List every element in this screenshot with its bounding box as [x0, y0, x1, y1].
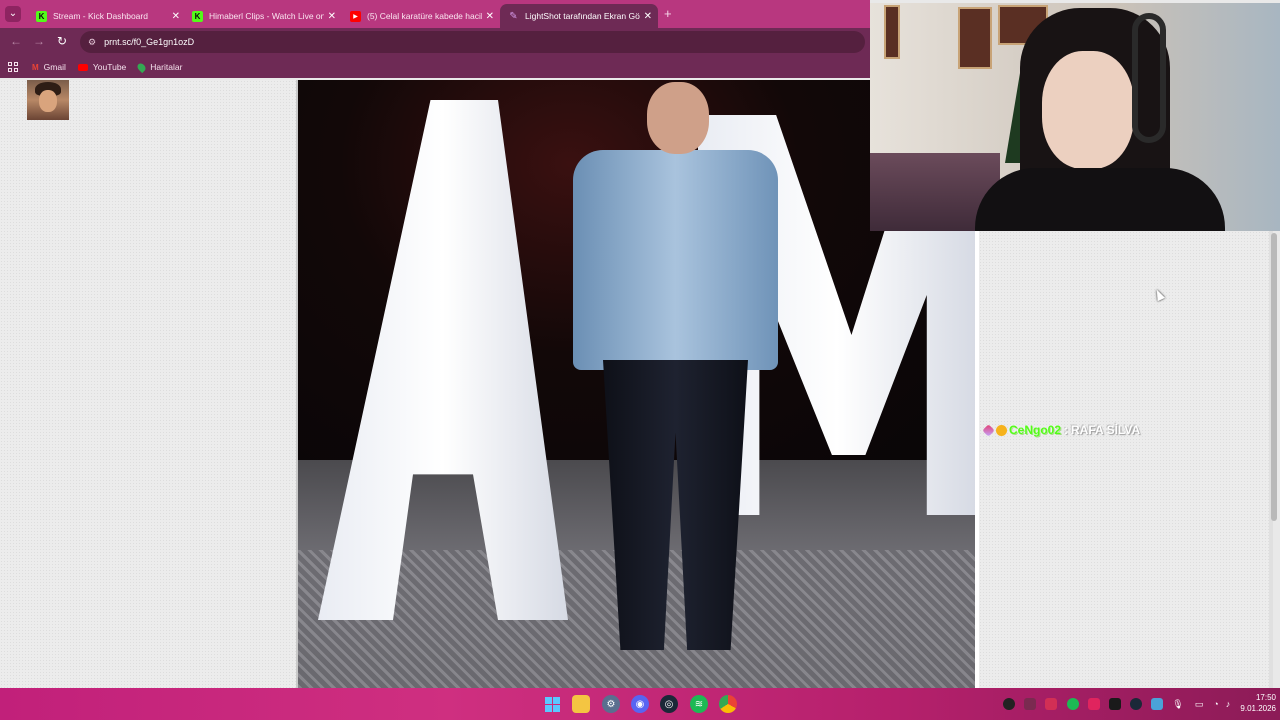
- kick-icon: K: [192, 10, 203, 22]
- wifi-icon[interactable]: ◔: [1210, 698, 1222, 710]
- browser-tab-bar: ⌄ K Stream - Kick Dashboard ✕ K Himaberl…: [0, 0, 870, 28]
- steam-icon[interactable]: ◎: [660, 695, 678, 713]
- bookmark-youtube[interactable]: YouTube: [77, 62, 127, 72]
- kick-icon: K: [36, 10, 47, 22]
- sub-badge-icon: [982, 423, 995, 437]
- bookmark-gmail[interactable]: M Gmail: [32, 62, 66, 72]
- tab-himaberl-clips[interactable]: K Himaberl Clips - Watch Live on ✕: [184, 4, 342, 28]
- tab-youtube-video[interactable]: ▶ (5) Celal karatüre kabede hacik ✕: [342, 4, 500, 28]
- photo-person-head: [647, 82, 709, 154]
- wall-poster: [958, 7, 992, 69]
- photo-person-shirt: [573, 150, 778, 370]
- tray-icon-5[interactable]: [1088, 698, 1100, 710]
- windows-start-icon[interactable]: [543, 695, 561, 713]
- tab-label: Stream - Kick Dashboard: [53, 11, 148, 21]
- spotify-tray-icon[interactable]: [1067, 698, 1079, 710]
- microphone-icon[interactable]: 🎙: [1172, 698, 1184, 710]
- emoji-badge-icon: [996, 424, 1007, 436]
- steam-tray-icon[interactable]: [1130, 698, 1142, 710]
- wall-poster: [884, 5, 900, 59]
- page-scrollbar[interactable]: [1271, 233, 1277, 521]
- chrome-icon[interactable]: [719, 695, 737, 713]
- windows-taskbar: ⚙ ◉ ◎ ≋ 🎙 ▭ ◔ ♪: [0, 688, 1280, 720]
- close-icon[interactable]: ✕: [486, 11, 494, 22]
- tab-label: Himaberl Clips - Watch Live on: [209, 11, 324, 21]
- clock-date: 9.01.2026: [1240, 704, 1276, 713]
- reload-icon[interactable]: ↻: [57, 34, 67, 48]
- chat-message-text: RAFA SİLVA: [1071, 423, 1141, 437]
- close-icon[interactable]: ✕: [328, 11, 336, 22]
- discord-icon[interactable]: ◉: [631, 695, 649, 713]
- bookmark-haritalar[interactable]: Haritalar: [136, 61, 183, 73]
- tab-search-icon[interactable]: ⌄: [5, 6, 21, 22]
- apps-grid-icon[interactable]: [8, 62, 18, 72]
- chat-username: CeNgo02: [1009, 423, 1062, 437]
- youtube-icon: ▶: [350, 10, 361, 22]
- youtube-icon: [77, 63, 88, 71]
- tray-icon-8[interactable]: [1151, 698, 1163, 710]
- new-tab-button[interactable]: +: [664, 6, 672, 21]
- chat-overlay-panel: CeNgo02 : RAFA SİLVA: [975, 231, 1273, 688]
- tray-icon-3[interactable]: [1045, 698, 1057, 710]
- display-icon[interactable]: ▭: [1193, 698, 1205, 710]
- gmail-icon: M: [32, 62, 39, 72]
- clock-time: 17:50: [1255, 693, 1276, 702]
- site-info-icon[interactable]: ⚙: [88, 37, 96, 48]
- forward-icon[interactable]: →: [33, 34, 45, 48]
- browser-toolbar: ← → ↻ ⚙ prnt.sc/f0_Ge1gn1ozD: [0, 28, 870, 56]
- close-icon[interactable]: ✕: [644, 11, 652, 22]
- chat-separator: :: [1064, 423, 1069, 437]
- tab-kick-dashboard[interactable]: K Stream - Kick Dashboard ✕: [28, 4, 186, 28]
- bookmark-label: Haritalar: [150, 62, 183, 72]
- back-icon[interactable]: ←: [10, 34, 22, 48]
- bookmark-label: Gmail: [43, 62, 66, 72]
- address-bar[interactable]: ⚙ prnt.sc/f0_Ge1gn1ozD: [80, 31, 865, 53]
- bookmarks-bar: M Gmail YouTube Haritalar: [0, 56, 870, 78]
- obs-icon[interactable]: [1003, 698, 1015, 710]
- taskbar-clock[interactable]: 17:50 9.01.2026: [1232, 692, 1276, 714]
- streamer-face: [1042, 51, 1134, 169]
- maps-icon: [136, 61, 148, 73]
- url-text: prnt.sc/f0_Ge1gn1ozD: [104, 37, 195, 47]
- spotify-icon[interactable]: ≋: [690, 695, 708, 713]
- file-explorer-icon[interactable]: [572, 695, 590, 713]
- chat-message: CeNgo02 : RAFA SİLVA: [982, 423, 1141, 437]
- tab-label: (5) Celal karatüre kabede hacik: [367, 11, 482, 21]
- avatar-face: [39, 90, 57, 112]
- close-icon[interactable]: ✕: [172, 11, 180, 22]
- page-content: [0, 80, 975, 688]
- uploader-avatar[interactable]: [27, 80, 69, 120]
- settings-icon[interactable]: ⚙: [602, 695, 620, 713]
- headset: [1132, 13, 1166, 143]
- streamer-body: [975, 168, 1225, 231]
- tray-icon-2[interactable]: [1024, 698, 1036, 710]
- tab-lightshot[interactable]: ✎ LightShot tarafından Ekran Gör ✕: [500, 4, 658, 28]
- webcam-overlay: [870, 3, 1280, 231]
- lightshot-icon: ✎: [509, 10, 518, 22]
- tab-label: LightShot tarafından Ekran Gör: [525, 11, 640, 21]
- bookmark-label: YouTube: [92, 62, 127, 72]
- tray-icon-6[interactable]: [1109, 698, 1121, 710]
